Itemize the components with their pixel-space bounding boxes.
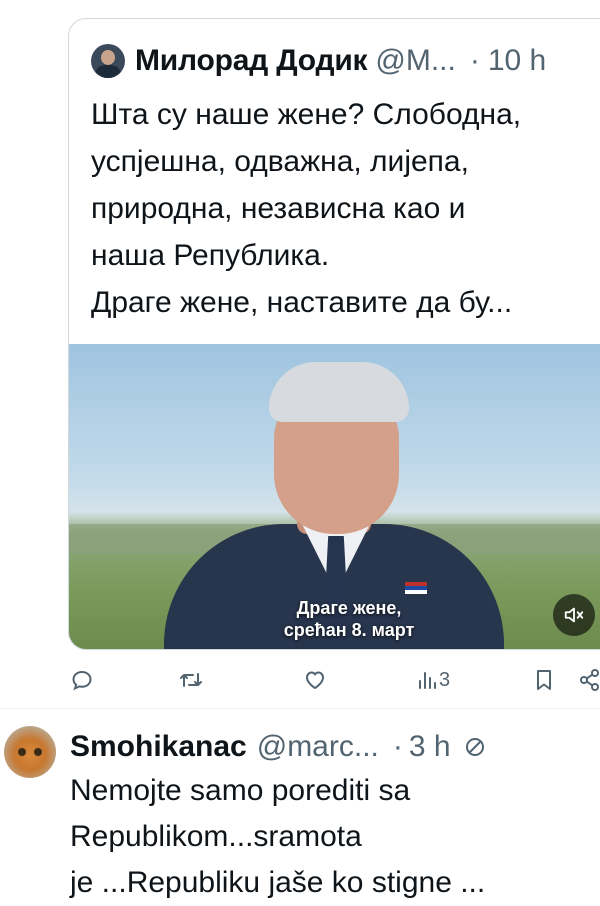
tweet-text-line: природна, независна као и	[91, 192, 466, 225]
tweet-action-bar: 3	[70, 660, 600, 700]
speaker-muted-icon	[564, 607, 584, 623]
tweet-text-line: je ...Republiku jaše ko stigne ...	[70, 866, 486, 899]
quoted-tweet-card[interactable]: Милорад Додик @M... · 10 h Шта су наше ж…	[68, 18, 600, 650]
bookmark-button[interactable]	[532, 660, 556, 700]
tweet-text-line: наша Република.	[91, 239, 330, 272]
reply-icon	[72, 670, 92, 691]
share-button[interactable]	[578, 660, 600, 700]
views-count: 3	[439, 668, 451, 691]
share-icon	[580, 669, 599, 691]
retweet-button[interactable]	[178, 660, 204, 700]
views-bar-icon	[419, 672, 436, 689]
reply-header-separator: ·	[392, 730, 403, 763]
reply-author-avatar[interactable]	[4, 726, 56, 778]
retweet-icon	[180, 673, 202, 687]
subtitle-line: Драге жене,	[296, 598, 402, 618]
author-avatar[interactable]	[91, 44, 125, 78]
tweet-text-line: Шта су наше жене? Слободна,	[91, 98, 522, 131]
reply-tweet-header: Smohikanac @marc... · 3 h	[70, 724, 487, 770]
tweet-text-line: Republikom...sramota	[70, 820, 362, 853]
mute-button[interactable]	[553, 594, 595, 636]
tweet-text-line: успјешна, одважна, лијепа,	[91, 145, 469, 178]
heart-icon	[306, 671, 324, 689]
quoted-tweet-header: Милорад Додик @M... · 10 h	[91, 41, 546, 81]
tweet-text-line: Nemojte samo porediti sa	[70, 774, 411, 807]
like-button[interactable]	[302, 660, 328, 700]
reply-button[interactable]	[70, 660, 94, 700]
author-handle[interactable]: @M...	[375, 44, 455, 78]
views-button[interactable]: 3	[415, 660, 450, 700]
flag-pin	[405, 582, 427, 594]
reply-tweet[interactable]: Smohikanac @marc... · 3 h Nemojte samo p…	[0, 716, 600, 906]
video-subtitle: Драге жене, срећан 8. март	[69, 597, 600, 641]
tweet-text-line: Драге жене, наставите да бу...	[91, 286, 513, 319]
author-name[interactable]: Милорад Додик	[135, 44, 368, 78]
header-separator: ·	[469, 44, 480, 77]
reply-author-name[interactable]: Smohikanac	[70, 730, 247, 764]
reply-author-handle[interactable]: @marc...	[257, 730, 379, 764]
no-entry-icon	[463, 735, 487, 759]
tweet-divider	[0, 708, 600, 709]
reply-tweet-text: Nemojte samo porediti sa Republikom...sr…	[70, 768, 590, 906]
quoted-tweet-text: Шта су наше жене? Слободна, успјешна, од…	[91, 91, 600, 326]
bookmark-icon	[537, 670, 551, 690]
tweet-timestamp[interactable]: 10 h	[488, 44, 546, 78]
subtitle-line: срећан 8. март	[283, 620, 415, 640]
reply-timestamp[interactable]: 3 h	[409, 730, 451, 764]
tweet-video[interactable]: Драге жене, срећан 8. март	[69, 344, 600, 649]
